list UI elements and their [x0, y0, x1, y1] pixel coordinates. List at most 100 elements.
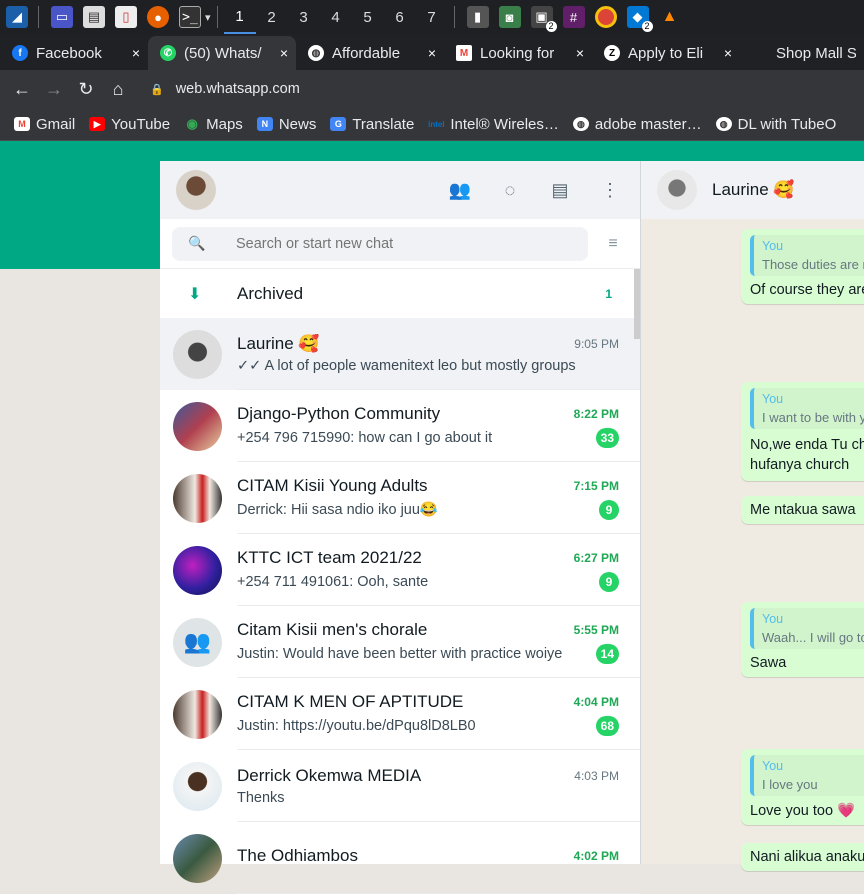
message-bubble[interactable]: You Waah... I will go to Sawa — [741, 602, 864, 677]
message-bubble[interactable]: You Those duties are n Of course they are — [741, 229, 864, 304]
vscode-icon[interactable]: ◆ 2 — [626, 6, 653, 32]
tab-title: Affordable — [332, 44, 401, 62]
gmail-icon: M — [14, 117, 30, 131]
workspace-3[interactable]: 3 — [288, 9, 320, 26]
quote-author: You — [762, 612, 784, 626]
chat-item-django[interactable]: Django-Python Community 8:22 PM +254 796 … — [160, 390, 640, 462]
archived-label: Archived — [237, 283, 304, 303]
chat-item-men-of-aptitude[interactable]: CITAM K MEN OF APTITUDE 4:04 PM Justin: h… — [160, 678, 640, 750]
quote-text: I want to be with y — [762, 410, 864, 425]
slack-icon[interactable]: # — [562, 6, 585, 28]
workspace-6[interactable]: 6 — [384, 9, 416, 26]
translate-icon: G — [330, 117, 347, 131]
bookmark-tubeo[interactable]: ◍ DL with TubeO — [715, 116, 836, 133]
bookmark-youtube[interactable]: ▶ YouTube — [89, 116, 170, 133]
quoted-message[interactable]: You Those duties are n — [750, 235, 864, 276]
tab-whatsapp[interactable]: ✆ (50) Whats/ × — [148, 36, 296, 70]
close-icon[interactable]: × — [132, 45, 140, 61]
tab-affordable[interactable]: ◍ Affordable × — [296, 36, 444, 70]
new-chat-icon[interactable]: ▤ — [546, 180, 574, 201]
home-icon[interactable]: ⌂ — [102, 79, 134, 100]
search-box[interactable]: 🔍 — [172, 226, 588, 261]
message-bubble[interactable]: You I want to be with y No,we enda Tu ch … — [741, 382, 864, 481]
close-icon[interactable]: × — [724, 45, 732, 61]
unread-badge: 9 — [599, 571, 619, 592]
chat-time: 4:02 PM — [573, 848, 619, 863]
android-studio-icon[interactable]: ◙ — [498, 6, 521, 28]
firefox-icon[interactable]: ● — [147, 6, 169, 28]
forward-arrow-icon[interactable]: → — [38, 79, 70, 100]
file-manager-icon[interactable]: ▤ — [83, 6, 105, 28]
archived-chats[interactable]: ⬇ Archived 1 — [160, 269, 640, 318]
contact-name: Laurine 🥰 — [712, 180, 795, 199]
quoted-message[interactable]: You I want to be with y — [750, 388, 864, 429]
unread-badge: 33 — [595, 427, 619, 448]
quoted-message[interactable]: You Waah... I will go to — [750, 608, 864, 649]
close-icon[interactable]: × — [576, 45, 584, 61]
back-arrow-icon[interactable]: ← — [6, 79, 38, 100]
desktop-icon[interactable]: ▭ — [51, 6, 73, 28]
close-icon[interactable]: × — [428, 45, 436, 61]
avatar[interactable] — [176, 170, 216, 210]
vlc-icon[interactable]: ▲ — [659, 6, 681, 28]
bookmark-translate[interactable]: G Translate — [330, 116, 414, 133]
globe-icon: ◍ — [715, 117, 732, 131]
chrome-icon[interactable] — [594, 6, 617, 28]
chat-name: The Odhiambos — [237, 845, 358, 865]
chat-item-laurine[interactable]: Laurine 🥰 9:05 PM ✓✓ A lot of people wame… — [160, 318, 640, 390]
bookmark-adobe[interactable]: ◍ adobe master… — [572, 116, 702, 133]
phone-app-icon[interactable]: ▮ — [466, 6, 489, 28]
taskbar-divider — [216, 6, 218, 28]
tab-title: Shop Mall S — [776, 44, 856, 62]
url-field[interactable]: 🔒 web.whatsapp.com — [150, 81, 300, 97]
reload-icon[interactable]: ↻ — [70, 79, 102, 100]
gmail-icon: M — [456, 45, 472, 61]
chat-item-men-chorale[interactable]: 👥 Citam Kisii men's chorale 5:55 PM Justi… — [160, 606, 640, 678]
bookmark-gmail[interactable]: M Gmail — [14, 116, 75, 133]
communities-icon[interactable]: 👥 — [446, 180, 474, 201]
message-text: Love you too 💗 — [750, 803, 856, 819]
tab-gmail[interactable]: M Looking for × — [444, 36, 592, 70]
menu-icon[interactable]: ⋮ — [596, 180, 624, 201]
workspace-7[interactable]: 7 — [416, 9, 448, 26]
chat-item-derrick[interactable]: Derrick Okemwa MEDIA 4:03 PM Thenks — [160, 750, 640, 822]
tab-shop-mall[interactable]: Shop Mall S — [740, 36, 864, 70]
chat-list-panel: 👥 ◌ ▤ ⋮ 🔍 ≡ ⬇ Archived 1 Laurine 🥰 9:05 P… — [160, 161, 640, 894]
bookmark-label: Translate — [352, 115, 415, 133]
screenshot-app-icon[interactable]: ▣ 2 — [530, 6, 557, 32]
bookmark-label: Maps — [206, 115, 243, 133]
chat-name: Derrick Okemwa MEDIA — [237, 765, 422, 785]
workspace-4[interactable]: 4 — [320, 9, 352, 26]
tab-apply[interactable]: Z Apply to Eli × — [592, 36, 740, 70]
chat-item-kttc-ict[interactable]: KTTC ICT team 2021/22 6:27 PM +254 711 49… — [160, 534, 640, 606]
group-icon: 👥 — [183, 629, 212, 654]
close-icon[interactable]: × — [280, 45, 288, 61]
workspace-2[interactable]: 2 — [256, 9, 288, 26]
chat-preview: +254 796 715990: how can I go about it — [237, 429, 493, 446]
terminal-icon[interactable]: >_ — [179, 6, 201, 28]
status-icon[interactable]: ◌ — [496, 180, 524, 201]
quoted-message[interactable]: You I love you — [750, 755, 864, 796]
search-input[interactable] — [236, 235, 536, 252]
bookmark-intel[interactable]: intel Intel® Wireles… — [428, 116, 559, 133]
chat-item-odhiambos[interactable]: The Odhiambos 4:02 PM — [160, 822, 640, 894]
message-bubble[interactable]: Nani alikua anaku — [741, 843, 864, 871]
bookmark-maps[interactable]: ◉ Maps — [184, 115, 243, 133]
unread-badge: 9 — [599, 499, 619, 520]
workspace-5[interactable]: 5 — [352, 9, 384, 26]
message-text: Of course they are — [750, 282, 864, 298]
chat-time: 9:05 PM — [574, 336, 619, 351]
conversation-header[interactable]: Laurine 🥰 — [641, 161, 864, 219]
text-editor-icon[interactable]: ▯ — [115, 6, 137, 28]
message-bubble[interactable]: You I love you Love you too 💗 — [741, 749, 864, 825]
url-text: web.whatsapp.com — [175, 81, 300, 97]
news-icon: N — [256, 117, 273, 131]
tab-facebook[interactable]: f Facebook × — [0, 36, 148, 70]
filter-icon[interactable]: ≡ — [598, 235, 628, 253]
workspace-1[interactable]: 1 — [223, 0, 256, 34]
bookmark-news[interactable]: N News — [256, 116, 316, 133]
kali-menu-icon[interactable]: ◢ — [6, 6, 28, 28]
message-bubble[interactable]: Me ntakua sawa — [741, 496, 864, 524]
chevron-down-icon[interactable]: ▾ — [205, 11, 211, 24]
chat-item-citam-young-adults[interactable]: CITAM Kisii Young Adults 7:15 PM Derrick:… — [160, 462, 640, 534]
